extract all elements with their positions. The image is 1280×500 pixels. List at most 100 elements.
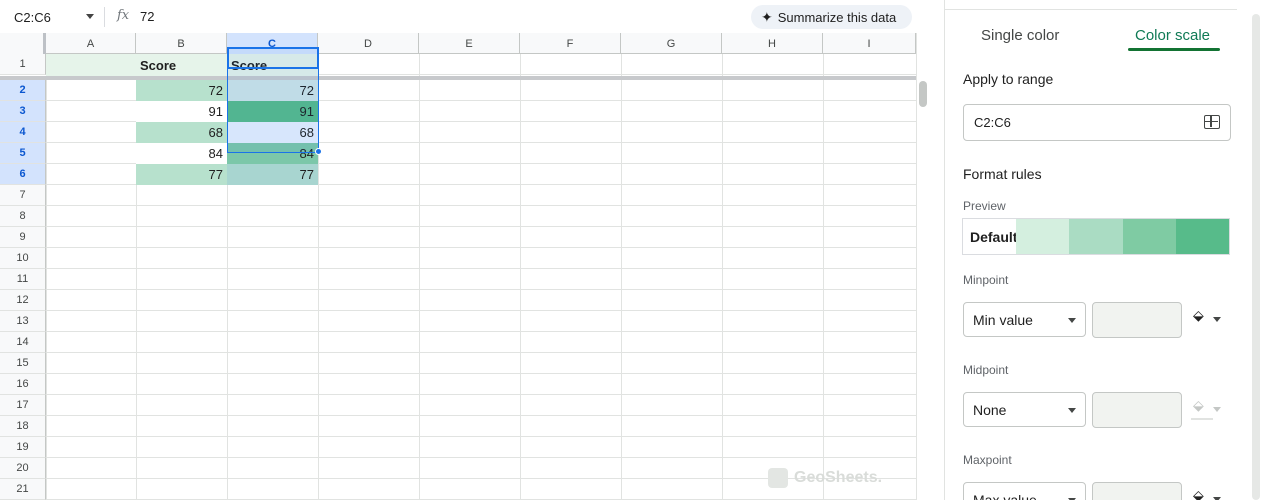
row-header[interactable]: 7 [0,185,46,206]
midpoint-color-button[interactable]: ⬙ [1191,395,1223,421]
name-box-value: C2:C6 [14,9,51,25]
row-header[interactable]: 20 [0,458,46,479]
data-cell[interactable]: 84 [227,143,318,164]
gridline [46,331,916,332]
row-header[interactable]: 19 [0,437,46,458]
gridline [46,268,916,269]
data-cell[interactable]: 77 [136,164,227,185]
scrollbar-thumb[interactable] [919,81,927,107]
minpoint-value-input[interactable] [1092,302,1182,338]
row-header[interactable]: 21 [0,479,46,500]
fill-color-icon: ⬙ [1193,487,1204,500]
chevron-down-icon[interactable] [86,14,94,19]
midpoint-value-input[interactable] [1092,392,1182,428]
row-header[interactable]: 2 [0,80,46,101]
preview-swatch [1016,219,1070,254]
fill-handle[interactable] [315,148,322,155]
data-cell[interactable]: 91 [227,101,318,122]
column-header[interactable]: B [136,33,227,54]
summarize-label: Summarize this data [777,9,897,25]
fill-color-icon: ⬙ [1193,307,1204,323]
midpoint-type-select[interactable]: None [963,392,1086,427]
row-header[interactable]: 4 [0,122,46,143]
row-header[interactable]: 16 [0,374,46,395]
maxpoint-value-input[interactable] [1092,482,1182,500]
column-header[interactable]: I [823,33,916,54]
sparkle-icon: ✦ [761,8,773,25]
range-input[interactable]: C2:C6 [963,104,1231,141]
column-header[interactable]: C [227,33,318,54]
gridline [46,205,916,206]
preview-default-text: Default [963,219,1017,254]
data-cell[interactable]: 68 [136,122,227,143]
column-header[interactable]: G [621,33,722,54]
minpoint-color-button[interactable]: ⬙ [1191,305,1223,331]
format-rules-label: Format rules [963,166,1042,182]
column-header[interactable]: E [419,33,520,54]
maxpoint-type-value: Max value [973,491,1037,500]
data-cell[interactable]: 77 [227,164,318,185]
minpoint-type-select[interactable]: Min value [963,302,1086,337]
column-header[interactable]: D [318,33,419,54]
midpoint-label: Midpoint [963,363,1009,377]
chevron-down-icon [1068,318,1076,323]
select-range-icon[interactable] [1204,115,1220,129]
chevron-down-icon [1213,407,1221,412]
row-header[interactable]: 5 [0,143,46,164]
summarize-button[interactable]: ✦ Summarize this data [751,5,912,29]
row-header[interactable]: 14 [0,332,46,353]
preview-dropdown[interactable]: Default [962,218,1230,255]
divider [104,7,105,27]
header-cell[interactable]: Score [136,54,227,76]
data-cell[interactable]: 91 [136,101,227,122]
column-header[interactable]: A [46,33,136,54]
header-cell[interactable] [46,54,136,76]
conditional-format-panel: Single color Color scale Apply to range … [944,0,1280,500]
column-header[interactable]: H [722,33,823,54]
select-all-corner[interactable] [0,33,46,54]
maxpoint-color-button[interactable]: ⬙ [1191,485,1223,500]
row-header[interactable]: 9 [0,227,46,248]
row-header[interactable]: 13 [0,311,46,332]
geosheets-logo-icon [768,468,788,488]
row-header[interactable]: 18 [0,416,46,437]
gridline [46,436,916,437]
row-header[interactable]: 12 [0,290,46,311]
midpoint-type-value: None [973,401,1007,418]
tab-color-scale[interactable]: Color scale [1135,27,1210,44]
fill-color-icon: ⬙ [1193,397,1204,413]
preview-swatch [1175,219,1229,254]
data-cell[interactable]: 68 [227,122,318,143]
preview-swatch [1069,219,1123,254]
row-header[interactable]: 1 [0,54,46,75]
header-cell[interactable]: Score [227,54,318,76]
column-header[interactable]: F [520,33,621,54]
row-header[interactable]: 10 [0,248,46,269]
apply-range-label: Apply to range [963,71,1054,87]
color-indicator-line [1191,418,1213,420]
data-cell[interactable]: 84 [136,143,227,164]
formula-bar: C2:C6 fx 72 ✦ Summarize this data [0,0,918,33]
row-header[interactable]: 3 [0,101,46,122]
formula-input[interactable]: 72 [140,9,154,24]
data-cell[interactable]: 72 [227,80,318,101]
row-header[interactable]: 8 [0,206,46,227]
row-header[interactable]: 6 [0,164,46,185]
panel-scrollbar[interactable] [1252,14,1260,500]
tab-single-color[interactable]: Single color [981,27,1059,44]
preview-swatch [1122,219,1176,254]
chevron-down-icon [1068,408,1076,413]
row-header[interactable]: 15 [0,353,46,374]
data-cell[interactable]: 72 [136,80,227,101]
name-box[interactable]: C2:C6 [0,4,104,30]
spreadsheet-grid[interactable]: ABCDEFGHI 1 2 3 4 5 6 7 8 9 10 11 12 13 14 15 16 17 18 19 2… [0,33,916,500]
watermark-text: GeoSheets. [794,469,883,486]
freeze-divider[interactable] [0,76,916,80]
function-icon: fx [117,8,130,23]
row-header[interactable]: 17 [0,395,46,416]
gridline [46,352,916,353]
gridline [46,226,916,227]
maxpoint-type-select[interactable]: Max value [963,482,1086,500]
gridline [46,373,916,374]
row-header[interactable]: 11 [0,269,46,290]
